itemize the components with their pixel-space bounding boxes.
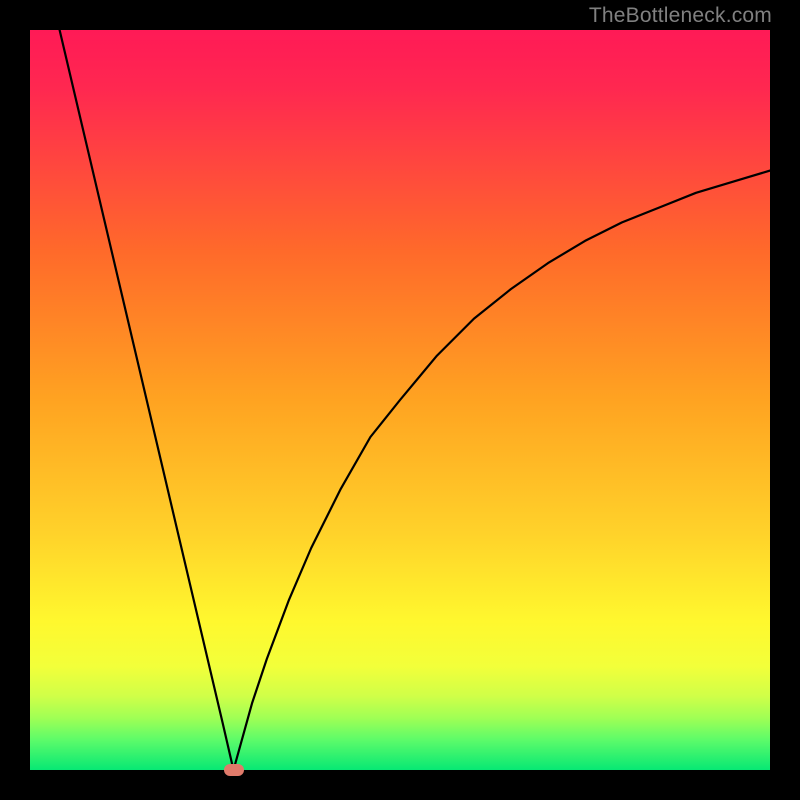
plot-area: [30, 30, 770, 770]
chart-container: TheBottleneck.com: [0, 0, 800, 800]
background-gradient: [30, 30, 770, 770]
minimum-marker: [224, 764, 244, 776]
watermark-text: TheBottleneck.com: [589, 4, 772, 28]
